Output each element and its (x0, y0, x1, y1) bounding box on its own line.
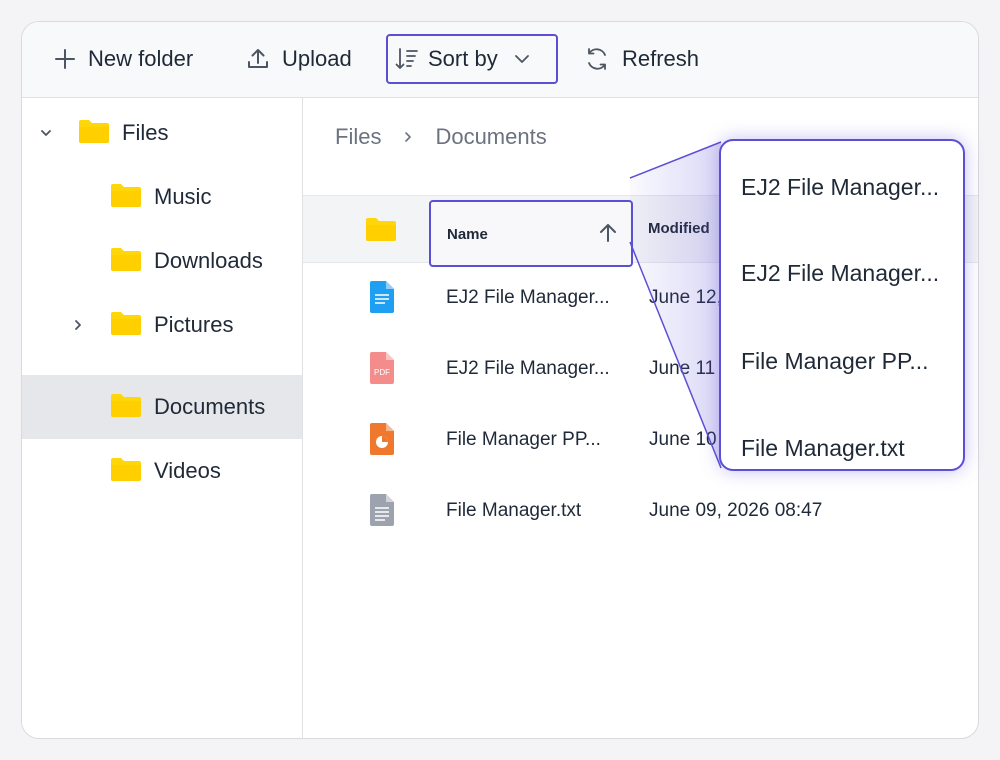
upload-button[interactable]: Upload (246, 34, 352, 84)
tree-item-label: Pictures (154, 312, 234, 337)
upload-label: Upload (282, 46, 352, 71)
folder-icon (110, 182, 142, 213)
tree-item-music[interactable]: Music (22, 165, 302, 229)
name-column-header[interactable]: Name (429, 200, 633, 267)
file-name: EJ2 File Manager... (446, 358, 610, 379)
breadcrumb-current: Documents (435, 124, 547, 149)
callout-item: File Manager PP... (741, 348, 929, 374)
name-header-label: Name (447, 226, 488, 243)
folder-icon (78, 118, 110, 149)
callout-item: EJ2 File Manager... (741, 260, 940, 286)
tree-item-label: Documents (154, 394, 266, 419)
callout-item: EJ2 File Manager... (741, 174, 940, 200)
svg-text:PDF: PDF (374, 368, 390, 377)
file-name: EJ2 File Manager... (446, 287, 610, 308)
tree-item-label: Videos (154, 458, 221, 483)
new-folder-button[interactable]: New folder (54, 34, 193, 84)
table-row[interactable]: File Manager.txt June 09, 2026 08:47 (303, 476, 978, 547)
file-name: File Manager.txt (446, 500, 582, 521)
folder-icon (110, 310, 142, 341)
tree-item-pictures[interactable]: Pictures (22, 293, 302, 357)
navigation-pane: Files Music Downloads Pictures Documents… (22, 98, 303, 738)
modified-column-header[interactable]: Modified (648, 220, 710, 237)
chevron-down-icon (514, 55, 529, 63)
tree-item-videos[interactable]: Videos (22, 439, 302, 503)
chevron-down-icon[interactable] (38, 125, 54, 141)
tree-item-label: Downloads (154, 248, 263, 273)
ppt-icon (369, 422, 395, 461)
upload-icon (248, 49, 268, 68)
refresh-label: Refresh (622, 46, 700, 71)
folder-icon (110, 456, 142, 487)
sort-icon (395, 48, 418, 69)
sort-ascending-icon (597, 222, 619, 249)
folder-icon (365, 216, 397, 247)
new-folder-label: New folder (88, 46, 194, 71)
sort-by-label: Sort by (428, 46, 498, 71)
breadcrumb-root[interactable]: Files (335, 124, 381, 150)
tree-item-label: Music (154, 184, 212, 209)
folder-icon (110, 246, 142, 277)
magnified-callout: EJ2 File Manager... EJ2 File Manager... … (719, 139, 965, 471)
tree-item-documents[interactable]: Documents (22, 375, 302, 439)
folder-icon (110, 392, 142, 423)
doc-icon (369, 280, 395, 319)
callout-item: File Manager.txt (741, 435, 905, 461)
file-name: File Manager PP... (446, 429, 601, 450)
tree-item-downloads[interactable]: Downloads (22, 229, 302, 293)
chevron-right-icon (401, 130, 415, 144)
file-modified: June 11 (649, 358, 716, 379)
file-modified: June 12, (649, 287, 722, 308)
plus-icon (55, 49, 75, 69)
pdf-icon: PDF (369, 351, 395, 390)
refresh-icon (588, 48, 606, 70)
toolbar: New folder Upload Sort by Refresh (22, 22, 978, 98)
txt-icon (369, 493, 395, 532)
tree-item-files[interactable]: Files (22, 101, 302, 165)
chevron-right-icon[interactable] (70, 317, 86, 333)
file-modified: June 10 (649, 429, 717, 450)
file-modified: June 09, 2026 08:47 (649, 500, 823, 521)
sort-by-button[interactable]: Sort by (386, 34, 558, 84)
refresh-button[interactable]: Refresh (584, 34, 699, 84)
breadcrumb: Files Documents (335, 124, 547, 150)
tree-item-label: Files (122, 120, 169, 145)
